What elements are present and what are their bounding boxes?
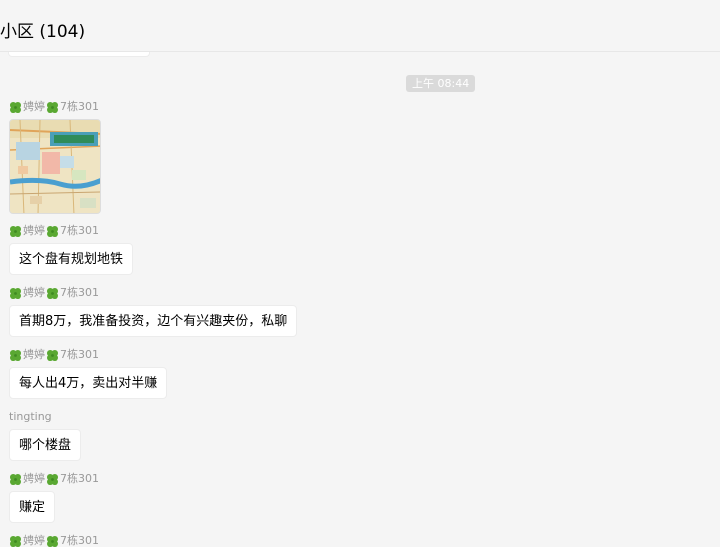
clover-icon (47, 473, 58, 485)
sender-name[interactable]: 娉婷 7栋301 (9, 472, 100, 486)
sender-room: 7栋301 (60, 348, 99, 361)
chat-title[interactable]: 小区 (104) (0, 17, 85, 42)
clover-icon (10, 473, 21, 485)
message-item: tingting 哪个楼盘 (9, 410, 82, 461)
sender-name-part: 娉婷 (23, 100, 45, 113)
message-list[interactable]: 上午 08:44 娉婷 7栋301 娉婷 7栋301 这个盘有规划地铁 娉婷 7… (0, 52, 720, 547)
sender-name[interactable]: tingting (9, 410, 81, 424)
message-bubble[interactable]: 这个盘有规划地铁 (9, 243, 134, 275)
map-image (10, 120, 100, 213)
sender-room: 7栋301 (60, 100, 99, 113)
sender-room: 7栋301 (60, 534, 99, 547)
sender-name[interactable]: 娉婷 7栋301 (9, 348, 167, 362)
sender-name-part: 娉婷 (23, 472, 45, 485)
sender-name-part: 娉婷 (23, 348, 45, 361)
clover-icon (10, 225, 21, 237)
chat-header: 小区 (104) (0, 0, 720, 52)
clover-icon (47, 535, 58, 547)
clover-icon (10, 535, 21, 547)
clover-icon (47, 225, 58, 237)
clover-icon (47, 349, 58, 361)
map-image-thumbnail[interactable] (9, 119, 101, 214)
sender-room: 7栋301 (60, 286, 99, 299)
message-item: 娉婷 7栋301 赚定 (9, 472, 100, 523)
sender-name-part: 娉婷 (23, 534, 45, 547)
sender-name-plain: tingting (9, 410, 52, 423)
message-bubble[interactable]: 每人出4万，卖出对半赚 (9, 367, 168, 399)
sender-name-part: 娉婷 (23, 286, 45, 299)
message-bubble[interactable]: 哪个楼盘 (9, 429, 82, 461)
sender-name[interactable]: 娉婷 7栋301 (9, 534, 100, 547)
previous-message-bubble (8, 52, 150, 57)
message-item: 娉婷 7栋301 (9, 100, 101, 214)
message-bubble[interactable]: 首期8万，我准备投资，边个有兴趣夹份，私聊 (9, 305, 298, 337)
clover-icon (47, 287, 58, 299)
sender-name-part: 娉婷 (23, 224, 45, 237)
timestamp-divider: 上午 08:44 (406, 75, 476, 92)
clover-icon (10, 101, 21, 113)
sender-room: 7栋301 (60, 472, 99, 485)
sender-name[interactable]: 娉婷 7栋301 (9, 224, 133, 238)
message-item: 娉婷 7栋301 (9, 534, 100, 547)
message-item: 娉婷 7栋301 首期8万，我准备投资，边个有兴趣夹份，私聊 (9, 286, 298, 337)
message-item: 娉婷 7栋301 每人出4万，卖出对半赚 (9, 348, 168, 399)
clover-icon (10, 287, 21, 299)
message-item: 娉婷 7栋301 这个盘有规划地铁 (9, 224, 134, 275)
clover-icon (47, 101, 58, 113)
clover-icon (10, 349, 21, 361)
message-bubble[interactable]: 赚定 (9, 491, 56, 523)
sender-room: 7栋301 (60, 224, 99, 237)
sender-name[interactable]: 娉婷 7栋301 (9, 100, 101, 114)
sender-name[interactable]: 娉婷 7栋301 (9, 286, 297, 300)
